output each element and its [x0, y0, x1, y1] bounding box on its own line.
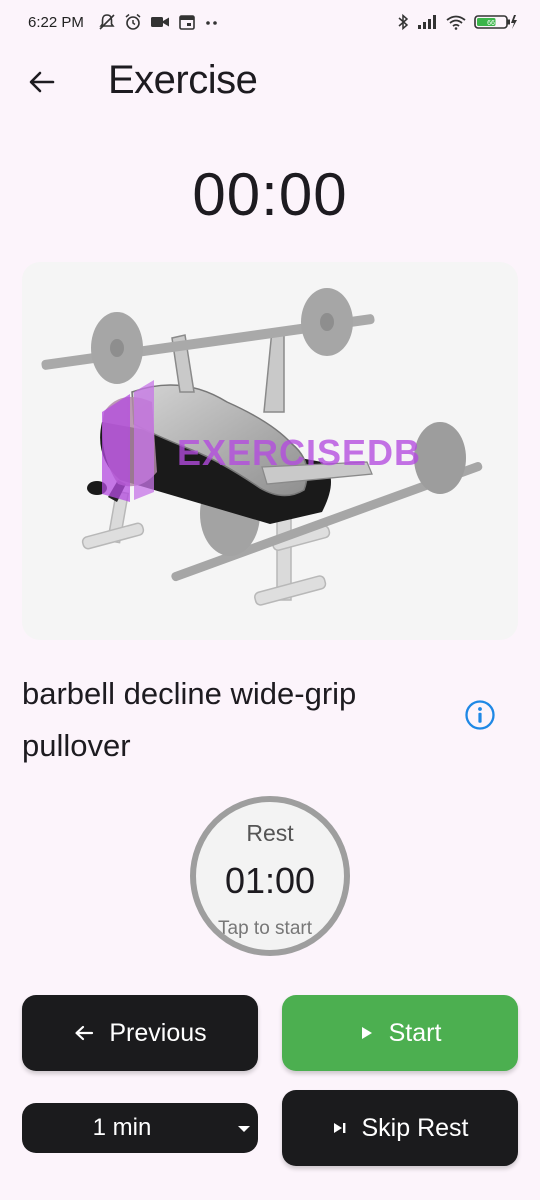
rest-timer-button[interactable]: Rest 01:00 Tap to start — [190, 796, 350, 956]
page-title: Exercise — [108, 58, 258, 102]
bluetooth-icon — [398, 13, 409, 31]
exercise-name: barbell decline wide-grip pullover — [22, 676, 357, 763]
rest-time: 01:00 — [224, 860, 316, 901]
calendar-icon — [179, 15, 195, 30]
start-button[interactable]: Start — [282, 995, 518, 1071]
rest-label: Rest — [246, 820, 294, 846]
battery-level-text: 66 — [487, 20, 495, 27]
video-icon — [151, 17, 169, 27]
arrow-back-icon — [75, 1025, 94, 1041]
rest-duration-select[interactable]: 1 min — [22, 1103, 258, 1153]
skip-next-icon — [333, 1123, 345, 1133]
alarm-icon — [125, 13, 141, 30]
watermark-text: EXERCISEDB — [177, 432, 421, 473]
previous-label: Previous — [109, 1018, 207, 1047]
exercise-illustration: EXERCISEDB — [41, 288, 483, 606]
play-icon — [361, 1027, 372, 1039]
arrow-back-icon — [29, 71, 55, 93]
exercise-image: EXERCISEDB — [22, 262, 518, 640]
previous-button[interactable]: Previous — [22, 995, 258, 1071]
status-bar: 6:22 PM 66 — [0, 0, 540, 48]
info-icon — [465, 700, 495, 730]
battery-charging-icon: 66 — [474, 15, 517, 29]
rest-hint: Tap to start — [218, 918, 312, 939]
watermark-logo — [102, 380, 154, 502]
skip-rest-label: Skip Rest — [361, 1113, 469, 1142]
status-right-icons: 66 — [397, 13, 518, 31]
rest-duration-value: 1 min — [92, 1114, 152, 1141]
skip-rest-button[interactable]: Skip Rest — [282, 1090, 518, 1166]
signal-icon — [418, 15, 436, 29]
more-dots-icon — [206, 21, 217, 25]
status-left-icons — [98, 13, 220, 31]
wifi-icon — [446, 15, 466, 30]
start-label: Start — [388, 1018, 442, 1047]
workout-timer: 00:00 — [192, 161, 348, 228]
dropdown-arrow-icon — [238, 1126, 250, 1132]
exercise-screen: 6:22 PM 66 Exercise 00:00 EXERCISEDB bar… — [0, 0, 540, 1200]
info-button[interactable] — [464, 699, 496, 731]
notifications-off-icon — [99, 14, 115, 30]
back-button[interactable] — [22, 62, 62, 102]
status-time: 6:22 PM — [28, 14, 84, 31]
